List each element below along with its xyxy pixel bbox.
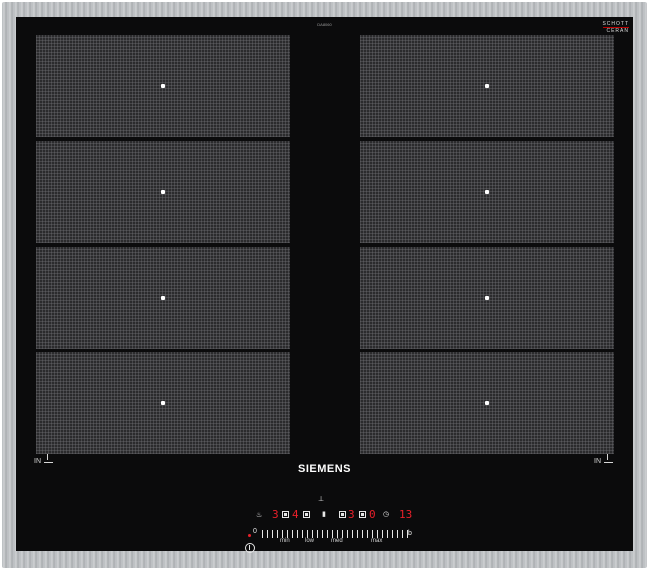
cooking-zone-right-2[interactable] — [360, 141, 614, 243]
zone-marker-icon — [485, 190, 489, 194]
zone-marker-icon — [161, 401, 165, 405]
cooking-zone-left-3[interactable] — [36, 247, 290, 349]
boost-button[interactable]: b — [408, 530, 412, 537]
cooking-zone-left-4[interactable] — [36, 352, 290, 454]
cooking-zone-right-3[interactable] — [360, 247, 614, 349]
zone-marker-icon — [161, 190, 165, 194]
ceramic-glass-cooktop: DA8060 SCHOTT CERAN IN IN SIEMENS ⊥ ♨ 3 4… — [16, 17, 633, 553]
zone-marker-icon — [485, 296, 489, 300]
timer-icon[interactable]: ◷ — [383, 510, 389, 518]
zone-select-icon-c[interactable] — [339, 511, 346, 518]
timer-display: 13 — [399, 508, 413, 521]
power-level-slider[interactable] — [262, 530, 412, 538]
zone-display-d: 0 — [369, 508, 376, 521]
slider-label-min: min — [280, 538, 290, 544]
zone-marker-icon — [485, 84, 489, 88]
zone-display-c: 3 — [348, 508, 355, 521]
sensor-cooking-icon[interactable]: ♨ — [256, 511, 262, 519]
slider-start-label: 0 — [253, 528, 257, 535]
slider-label-low: low — [305, 538, 315, 544]
pan-detect-icon: ⊥ — [318, 496, 325, 503]
zone-display-a: 3 — [272, 508, 279, 521]
power-icon[interactable] — [245, 543, 255, 553]
zone-select-icon-a[interactable] — [282, 511, 289, 518]
zone-marker-icon — [485, 401, 489, 405]
zone-display-b: 4 — [292, 508, 299, 521]
power-indicator-light — [248, 534, 251, 537]
brand-logo: SIEMENS — [297, 463, 351, 475]
slider-label-max: max — [371, 538, 383, 544]
cooking-zone-right-4[interactable] — [360, 352, 614, 454]
zone-select-icon-d[interactable] — [359, 511, 366, 518]
slider-label-med: med — [331, 538, 343, 544]
cooking-zone-left-2[interactable] — [36, 141, 290, 243]
flex-zone-icon[interactable]: ▮ — [322, 510, 326, 518]
cooking-zone-left-1[interactable] — [36, 35, 290, 137]
cooking-zone-right-1[interactable] — [360, 35, 614, 137]
model-label: DA8060 — [317, 22, 332, 27]
zone-select-icon-b[interactable] — [303, 511, 310, 518]
zone-marker-icon — [161, 296, 165, 300]
zone-marker-icon — [161, 84, 165, 88]
schott-ceran-logo: SCHOTT CERAN — [602, 21, 629, 34]
